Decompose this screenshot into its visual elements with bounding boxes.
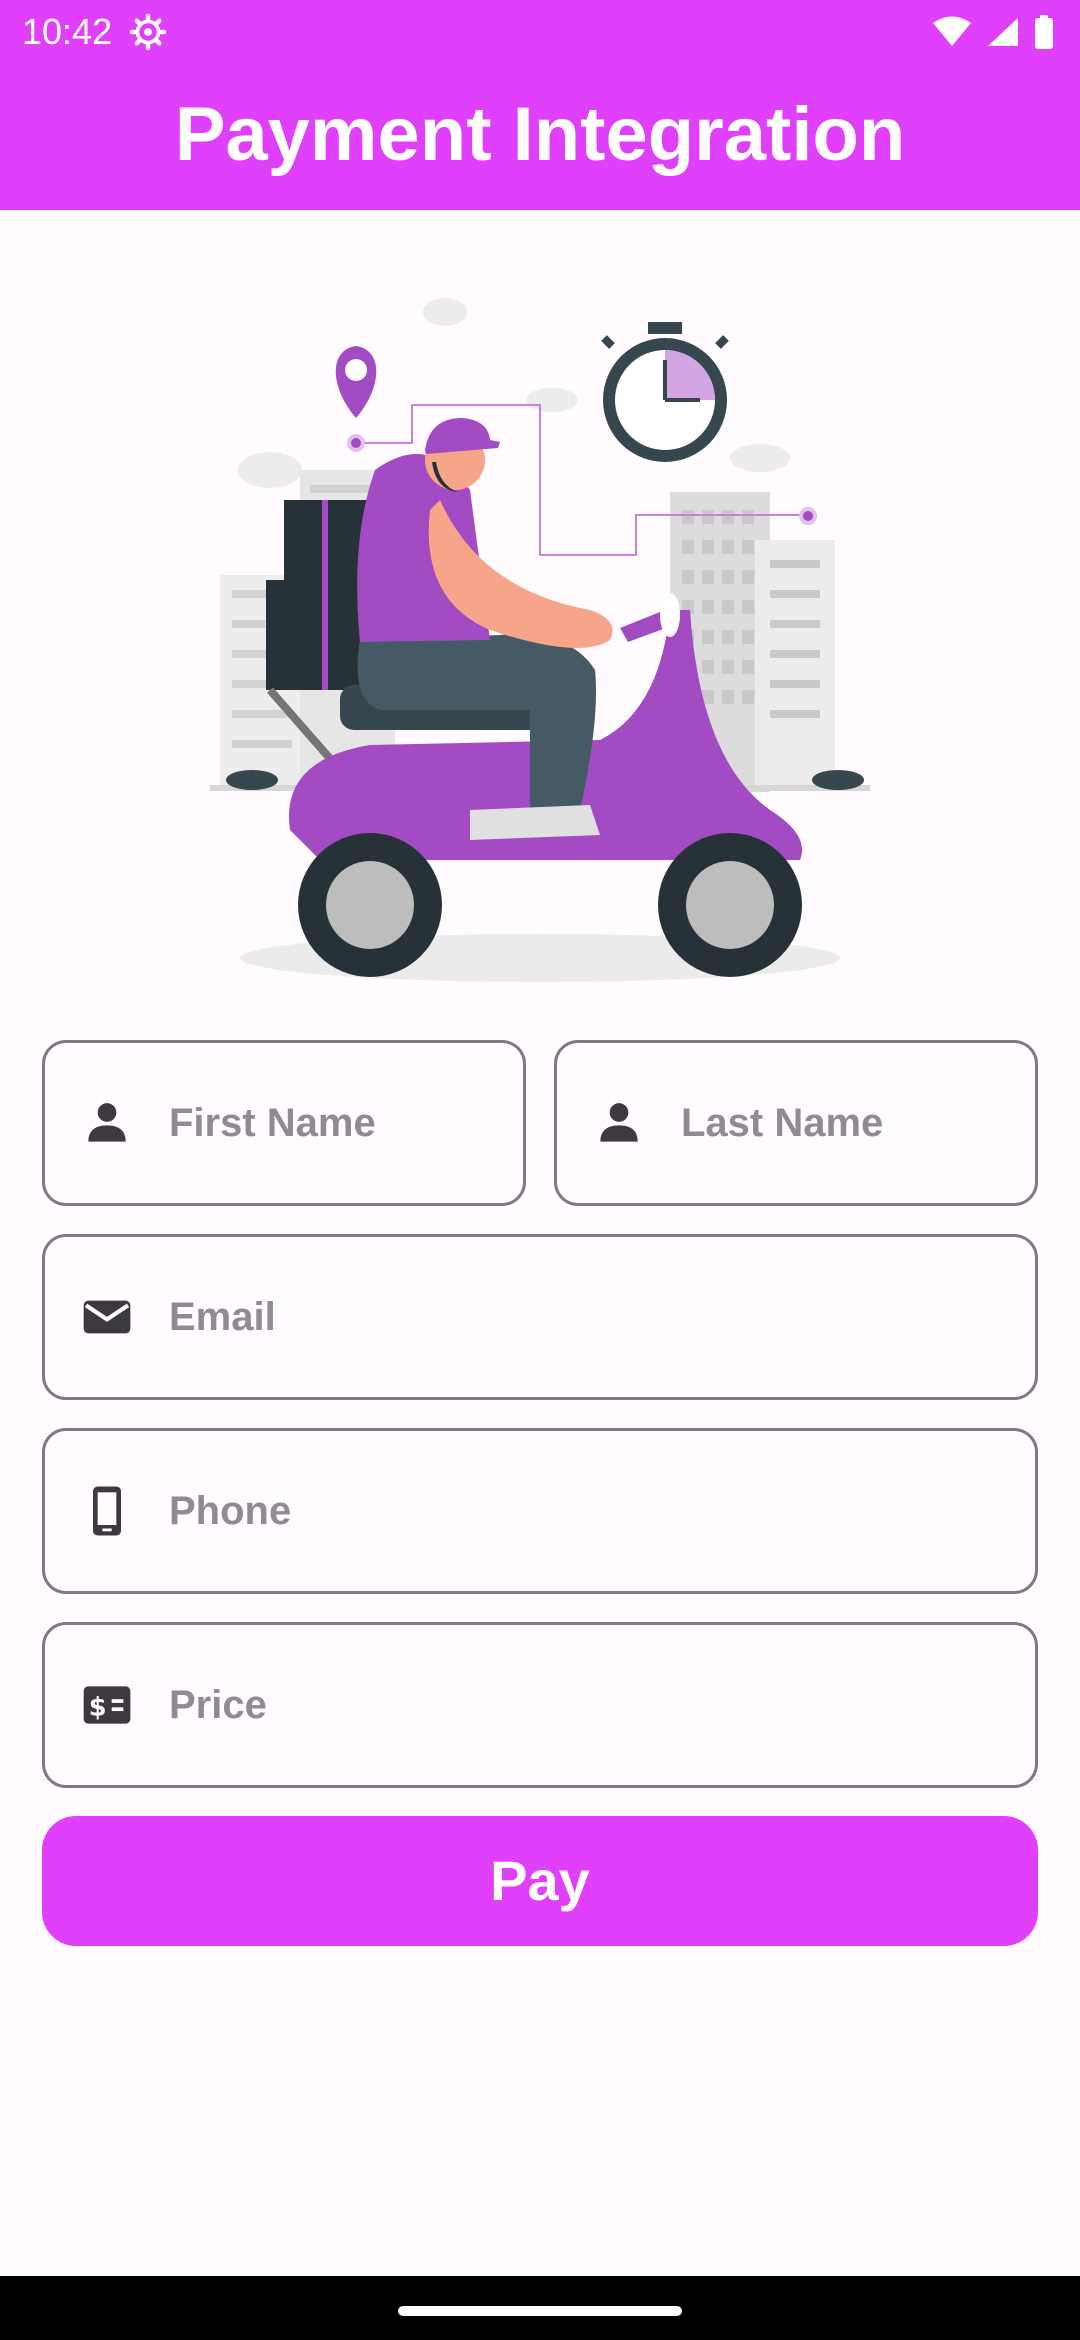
svg-text:$: $ [89, 1693, 107, 1723]
mail-icon [83, 1300, 131, 1334]
status-icons [932, 14, 1054, 50]
person-icon [600, 1103, 638, 1142]
first-name-placeholder: First Name [169, 1101, 376, 1145]
home-gesture-handle[interactable] [398, 2306, 682, 2316]
email-field[interactable]: Email [42, 1234, 1038, 1400]
phone-icon [93, 1486, 121, 1536]
signal-icon [988, 18, 1018, 46]
status-bar: 10:42 [0, 0, 1080, 64]
price-field[interactable]: $ Price [42, 1622, 1038, 1788]
last-name-placeholder: Last Name [681, 1101, 884, 1145]
navigation-bar [0, 2276, 1080, 2340]
person-icon [88, 1103, 126, 1142]
last-name-field[interactable]: Last Name [554, 1040, 1038, 1206]
email-placeholder: Email [169, 1295, 276, 1339]
price-icon: $ [83, 1686, 131, 1724]
phone-placeholder: Phone [169, 1489, 292, 1533]
pay-button[interactable]: Pay [42, 1816, 1038, 1946]
price-placeholder: Price [169, 1683, 267, 1727]
page-title: Payment Integration [174, 92, 906, 177]
status-time: 10:42 [22, 11, 113, 52]
settings-gear-icon [130, 14, 166, 50]
wifi-icon [933, 16, 971, 46]
phone-field[interactable]: Phone [42, 1428, 1038, 1594]
first-name-field[interactable]: First Name [42, 1040, 526, 1206]
battery-icon [1035, 15, 1053, 49]
delivery-scooter-illustration [210, 298, 870, 982]
app-bar: 10:42 Payment Integration [0, 0, 1080, 210]
